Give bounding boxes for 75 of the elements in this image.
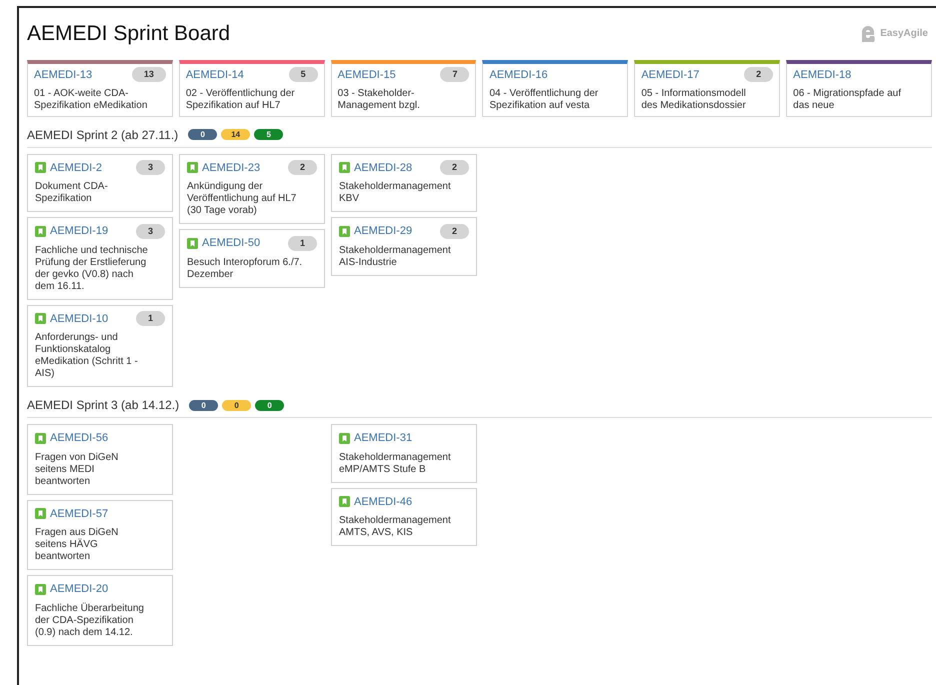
epic-card[interactable]: AEMEDI-16 04 - Veröffentlichung der Spezifikation auf vesta xyxy=(482,60,628,116)
issue-key-link[interactable]: AEMEDI-23 xyxy=(202,160,260,176)
issue-card[interactable]: AEMEDI-29 2 Stakeholdermanagement AIS-Industrie xyxy=(331,217,477,276)
epic-summary: 03 - Stakeholder-Management bzgl. xyxy=(338,88,421,112)
epic-card[interactable]: AEMEDI-15 7 03 - Stakeholder-Management bzgl. xyxy=(330,60,476,116)
story-points-badge: 7 xyxy=(440,67,470,82)
issue-card[interactable]: AEMEDI-28 2 Stakeholdermanagement KBV xyxy=(331,154,477,212)
sprint-title: AEMEDI Sprint 2 (ab 27.11.) xyxy=(27,126,178,144)
issue-summary: Fragen aus DiGeN seitens HÄVG beantworten xyxy=(35,527,120,563)
story-points-badge: 13 xyxy=(132,67,166,82)
epic-summary: 04 - Veröffentlichung der Spezifikation auf vesta xyxy=(489,88,600,112)
brand-name: EasyAgile xyxy=(880,27,928,42)
issue-summary: Stakeholdermanagement eMP/AMTS Stufe B xyxy=(339,452,452,476)
epic-card[interactable]: AEMEDI-13 13 01 - AOK-weite CDA-Spezifikation eMedikation xyxy=(27,60,173,116)
issue-key-link[interactable]: AEMEDI-57 xyxy=(50,506,108,522)
issue-key-link[interactable]: AEMEDI-50 xyxy=(202,235,260,252)
status-count-pill: 5 xyxy=(254,129,284,140)
epic-summary: 05 - Informationsmodell des Medikationsdossier xyxy=(641,88,747,112)
issue-card[interactable]: AEMEDI-56 Fragen von DiGeN seitens MEDI beantworten xyxy=(27,424,173,494)
story-points-badge: 2 xyxy=(744,67,774,82)
epic-key-link[interactable]: AEMEDI-18 xyxy=(793,66,852,83)
issue-summary: Anforderungs- und Funktionskatalog eMedikation (Schritt 1 - AIS) xyxy=(35,332,139,380)
issue-summary: Fachliche und technische Prüfung der Erstlieferung der gevko (V0.8) nach dem 16.11. xyxy=(35,244,149,292)
story-points-badge: 1 xyxy=(288,236,317,251)
epic-key-link[interactable]: AEMEDI-15 xyxy=(338,66,396,83)
issue-card[interactable]: AEMEDI-57 Fragen aus DiGeN seitens HÄVG beantworten xyxy=(27,500,173,570)
epic-summary: 01 - AOK-weite CDA-Spezifikation eMedikation xyxy=(34,88,148,112)
issue-card[interactable]: AEMEDI-10 1 Anforderungs- und Funktionskatalog eMedikation (Schritt 1 - AIS) xyxy=(27,304,173,387)
epic-summary: 06 - Migrationspfade auf das neue xyxy=(793,88,902,112)
issue-key-link[interactable]: AEMEDI-29 xyxy=(354,223,412,240)
issue-key-link[interactable]: AEMEDI-28 xyxy=(354,160,412,176)
story-points-badge: 2 xyxy=(288,160,317,176)
status-count-pill: 0 xyxy=(255,400,284,410)
sprint-title: AEMEDI Sprint 3 (ab 14.12.) xyxy=(27,397,180,414)
epic-card[interactable]: AEMEDI-14 5 02 - Veröffentlichung der Spezifikation auf HL7 xyxy=(178,60,325,116)
epic-key-link[interactable]: AEMEDI-16 xyxy=(489,66,548,83)
issue-key-link[interactable]: AEMEDI-56 xyxy=(50,430,108,446)
epic-key-link[interactable]: AEMEDI-17 xyxy=(641,66,700,83)
issue-summary: Stakeholdermanagement AIS-Industrie xyxy=(339,244,452,268)
board-title: AEMEDI Sprint Board xyxy=(27,21,230,47)
issue-card[interactable]: AEMEDI-20 Fachliche Überarbeitung der CDA-Spezifikation (0.9) nach dem 14.12. xyxy=(27,575,173,646)
issue-key-link[interactable]: AEMEDI-31 xyxy=(354,430,412,446)
issue-card[interactable]: AEMEDI-31 Stakeholdermanagement eMP/AMTS Stufe B xyxy=(331,424,477,482)
issue-summary: Stakeholdermanagement KBV xyxy=(339,181,452,205)
story-points-badge: 2 xyxy=(440,224,469,239)
issue-key-link[interactable]: AEMEDI-20 xyxy=(50,581,108,598)
issue-summary: Stakeholdermanagement AMTS, AVS, KIS xyxy=(339,515,452,539)
issue-card[interactable]: AEMEDI-19 3 Fachliche und technische Prüfung der Erstlieferung der gevko (V0.8) nach dem 16.11. xyxy=(27,217,173,300)
epic-key-link[interactable]: AEMEDI-14 xyxy=(186,66,244,83)
issue-key-link[interactable]: AEMEDI-46 xyxy=(354,494,412,510)
issue-summary: Fragen von DiGeN seitens MEDI beantworten xyxy=(35,452,120,488)
story-points-badge: 2 xyxy=(440,160,469,176)
story-points-badge: 3 xyxy=(136,224,165,239)
issue-card[interactable]: AEMEDI-23 2 Ankündigung der Veröffentlichung auf HL7 (30 Tage vorab) xyxy=(179,154,325,224)
story-points-badge: 1 xyxy=(136,311,165,326)
issue-summary: Besuch Interopforum 6./7. Dezember xyxy=(187,256,304,280)
issue-summary: Dokument CDA-Spezifikation xyxy=(35,181,109,205)
issue-card[interactable]: AEMEDI-2 3 Dokument CDA-Spezifikation xyxy=(27,154,173,212)
issue-key-link[interactable]: AEMEDI-10 xyxy=(50,310,108,327)
status-count-pill: 0 xyxy=(189,400,218,410)
issue-summary: Fachliche Überarbeitung der CDA-Spezifikation (0.9) nach dem 14.12. xyxy=(35,602,145,638)
status-count-pill: 0 xyxy=(222,400,252,410)
story-points-badge: 5 xyxy=(288,67,318,82)
issue-key-link[interactable]: AEMEDI-19 xyxy=(50,223,108,240)
epic-card[interactable]: AEMEDI-18 06 - Migrationspfade auf das neue xyxy=(786,60,932,116)
epic-summary: 02 - Veröffentlichung der Spezifikation auf HL7 xyxy=(186,88,296,112)
issue-card[interactable]: AEMEDI-46 Stakeholdermanagement AMTS, AVS, KIS xyxy=(331,488,477,546)
issue-key-link[interactable]: AEMEDI-2 xyxy=(50,160,102,176)
status-count-pill: 0 xyxy=(188,129,218,140)
epic-card[interactable]: AEMEDI-17 2 05 - Informationsmodell des Medikationsdossier xyxy=(634,60,780,116)
issue-card[interactable]: AEMEDI-50 1 Besuch Interopforum 6./7. Dezember xyxy=(179,229,325,288)
issue-summary: Ankündigung der Veröffentlichung auf HL7 (30 Tage vorab) xyxy=(187,181,298,217)
epic-key-link[interactable]: AEMEDI-13 xyxy=(34,66,92,83)
status-count-pill: 14 xyxy=(221,129,250,140)
story-points-badge: 3 xyxy=(136,160,165,176)
